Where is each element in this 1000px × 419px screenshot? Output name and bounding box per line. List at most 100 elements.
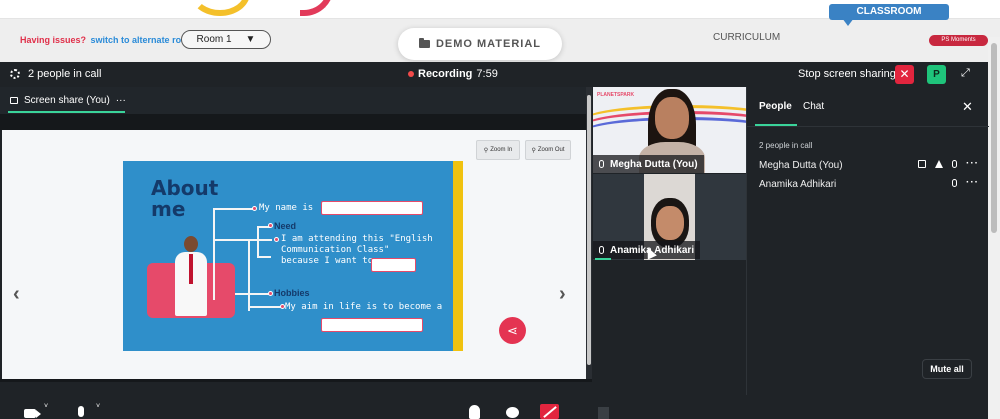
participant-face	[656, 206, 684, 240]
participants-icon[interactable]	[469, 405, 480, 419]
mute-all-button[interactable]: Mute all	[922, 359, 972, 379]
alternate-room-link[interactable]: switch to alternate room	[91, 35, 195, 45]
expand-icon[interactable]: ⤢	[961, 67, 970, 80]
slide-my-name-label: My name is	[259, 203, 314, 213]
issues-text: Having issues?	[20, 35, 87, 45]
camera-icon[interactable]	[24, 409, 41, 418]
participant-face	[655, 97, 689, 139]
panel-divider	[747, 126, 989, 127]
video-tile-anamika[interactable]: Anamika Adhikari	[593, 174, 746, 260]
slide-attending-line3: because I want to	[281, 256, 374, 266]
active-tab-underline	[8, 111, 125, 113]
chat-icon[interactable]	[506, 407, 519, 418]
more-options-icon[interactable]: ···	[966, 159, 979, 169]
ps-moments-label: PS Moments	[941, 37, 976, 43]
slide-title: About me	[151, 178, 218, 220]
share-icon[interactable]: ⋖	[499, 317, 526, 344]
curriculum-tab[interactable]: CURRICULUM	[713, 32, 780, 43]
zoom-out-label: Zoom Out	[537, 147, 565, 153]
stage-bottom-strip	[0, 379, 592, 382]
share-scrollbar[interactable]	[586, 87, 592, 379]
connector-node	[252, 206, 257, 211]
zoom-in-button[interactable]: ⚲ Zoom In	[476, 140, 520, 160]
slide-person-illustration	[175, 236, 207, 316]
people-panel: People Chat ✕ 2 people in call Megha Dut…	[746, 87, 989, 395]
stop-sharing-button[interactable]: ✕	[895, 65, 914, 84]
host-icon[interactable]	[935, 160, 943, 168]
screen-share-icon[interactable]	[918, 160, 926, 168]
avatar[interactable]: P	[927, 65, 946, 84]
connector-line	[213, 208, 215, 300]
stop-screen-sharing-label: Stop screen sharing	[798, 68, 896, 80]
decor-arc-red	[300, 0, 334, 16]
more-options-icon[interactable]: ···	[116, 95, 126, 106]
slide-attending-line2: Communication Class"	[281, 245, 390, 255]
connector-line	[257, 256, 271, 258]
issues-message: Having issues? switch to alternate room	[20, 35, 195, 45]
slide-hobbies-heading: Hobbies	[274, 288, 310, 298]
participant-list-name: Anamika Adhikari	[759, 179, 837, 190]
connector-line	[213, 239, 248, 241]
stage-top-strip	[0, 114, 592, 130]
video-tile-megha[interactable]: PLANETSPARK Megha Dutta (You)	[593, 87, 746, 173]
slide-title-line2: me	[151, 197, 186, 221]
recording-label: Recording	[418, 68, 473, 80]
slide-title-line1: About	[151, 176, 219, 200]
connector-line	[235, 293, 270, 295]
chevron-down-icon[interactable]: ˅	[96, 403, 100, 410]
person-tie	[189, 254, 193, 284]
zoom-out-button[interactable]: ⚲ Zoom Out	[525, 140, 571, 160]
connector-line	[248, 239, 250, 311]
close-icon[interactable]: ✕	[962, 99, 973, 115]
next-slide-button[interactable]: ›	[559, 283, 566, 306]
participant-name-tag: Megha Dutta (You)	[593, 155, 704, 173]
recording-indicator: Recording 7:59	[408, 68, 498, 80]
share-scrollbar-thumb[interactable]	[587, 95, 591, 365]
participant-list-name: Megha Dutta (You)	[759, 160, 843, 171]
brand-logo: PLANETSPARK	[597, 92, 635, 98]
microphone-icon[interactable]	[952, 179, 957, 187]
connector-line	[257, 226, 259, 256]
people-in-call-label: 2 people in call	[759, 141, 813, 150]
previous-slide-button[interactable]: ‹	[13, 283, 20, 306]
magnifier-icon: ⚲	[483, 147, 489, 154]
call-toolbar: 2 people in call Recording 7:59 Stop scr…	[0, 62, 988, 87]
tab-chat[interactable]: Chat	[803, 101, 824, 112]
chevron-down-icon[interactable]: ˅	[44, 403, 48, 410]
whiteboard-icon[interactable]	[598, 407, 609, 419]
chevron-down-icon: ▼	[245, 34, 256, 45]
call-controls-bar	[0, 395, 988, 419]
slide-blank-aim	[321, 318, 423, 332]
page-scrollbar-thumb[interactable]	[991, 43, 997, 233]
screen-share-label: Screen share (You)	[24, 95, 110, 106]
screen-share-label-group: Screen share (You) ···	[10, 95, 126, 106]
call-info: 2 people in call	[10, 68, 101, 80]
page-scrollbar[interactable]	[988, 37, 1000, 419]
tab-people[interactable]: People	[759, 101, 792, 112]
room-select[interactable]: Room 1 ▼	[181, 30, 271, 49]
participant-name: Megha Dutta (You)	[610, 158, 698, 170]
connector-node	[268, 223, 273, 228]
gear-icon[interactable]	[10, 69, 20, 79]
list-item: Megha Dutta (You) ···	[759, 159, 979, 172]
microphone-icon[interactable]	[952, 160, 957, 168]
slide-blank-name	[321, 201, 423, 215]
more-options-icon[interactable]: ···	[966, 178, 979, 188]
monitor-icon	[10, 97, 18, 104]
magnifier-icon: ⚲	[531, 147, 536, 154]
connector-line	[248, 239, 272, 241]
screen-share-tab[interactable]: Screen share (You) ···	[0, 87, 592, 114]
demo-material-button[interactable]: DEMO MATERIAL	[398, 28, 562, 60]
slide-accent-bar	[453, 161, 463, 351]
ps-moments-button[interactable]: PS Moments	[929, 35, 988, 46]
decor-arc-yellow	[190, 0, 250, 16]
slide-need-heading: Need	[274, 221, 297, 231]
connector-line	[248, 306, 282, 308]
slide-aim-label: My aim in life is to become a	[285, 302, 443, 312]
slide-blank-reason	[371, 258, 416, 272]
list-item: Anamika Adhikari ···	[759, 178, 979, 191]
connector-node	[268, 291, 273, 296]
stop-share-icon[interactable]	[540, 404, 559, 419]
microphone-icon[interactable]	[78, 406, 84, 417]
person-head	[184, 236, 198, 252]
